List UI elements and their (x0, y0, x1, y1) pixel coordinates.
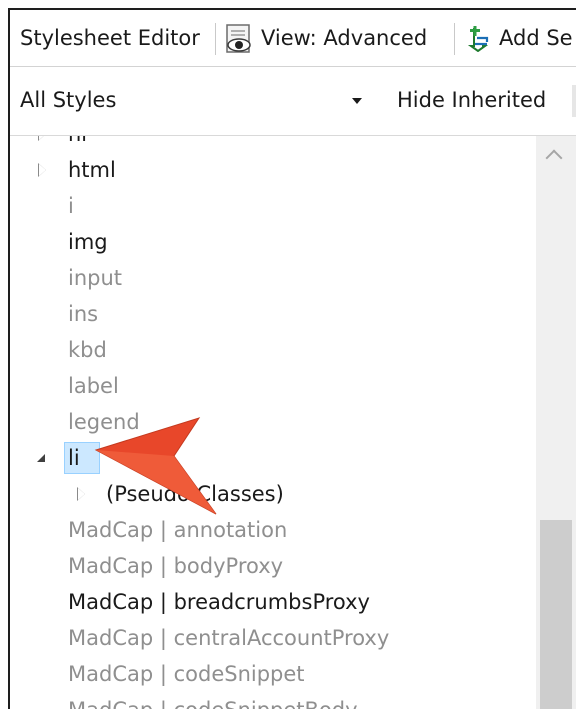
tree-item[interactable]: MadCap | codeSnippet (10, 656, 536, 692)
tree-item[interactable]: MadCap | centralAccountProxy (10, 620, 536, 656)
styles-filter-value: All Styles (20, 88, 117, 112)
add-selector-button[interactable]: Add Se (499, 10, 573, 66)
tree-item[interactable]: i (10, 188, 536, 224)
tree-item[interactable]: MadCap | bodyProxy (10, 548, 536, 584)
tree-item[interactable]: (Pseudo Classes) (10, 476, 536, 512)
tree-item[interactable]: kbd (10, 332, 536, 368)
tree-item-label: MadCap | centralAccountProxy (68, 626, 390, 650)
styles-filter-dropdown[interactable]: All Styles (16, 79, 372, 121)
collapse-arrow-icon[interactable] (37, 454, 45, 462)
toolbar-separator (454, 23, 455, 55)
tree-item-label: html (68, 158, 116, 182)
tree-item-label: MadCap | codeSnippet (68, 662, 305, 686)
tree-item-selected[interactable]: li (10, 440, 536, 476)
stylesheet-editor-window: Stylesheet Editor View: Advanced Add Se … (8, 8, 576, 709)
tree-item-label: MadCap | codeSnippetBody (68, 692, 358, 709)
expand-arrow-icon[interactable] (77, 487, 85, 501)
filter-row: All Styles Hide Inherited (10, 67, 576, 136)
eye-icon[interactable] (224, 23, 254, 55)
tree-item-label: li (68, 446, 80, 470)
tree-item-label: MadCap | breadcrumbsProxy (68, 590, 370, 614)
tree-item[interactable]: html (10, 152, 536, 188)
expand-arrow-icon[interactable] (38, 163, 46, 177)
tree-item[interactable]: legend (10, 404, 536, 440)
callout-arrow-icon (94, 417, 217, 515)
tree-item-label: input (68, 266, 123, 290)
tree-item-label: hr (68, 136, 90, 152)
tree-item[interactable]: hr (10, 136, 536, 152)
tree-item[interactable]: MadCap | breadcrumbsProxy (10, 584, 536, 620)
tree-item-label: MadCap | bodyProxy (68, 554, 284, 578)
styles-tree[interactable]: hr html i img input ins kbd label legend li (Pseud… (10, 136, 536, 709)
view-mode-button[interactable]: View: Advanced (261, 10, 427, 66)
add-selector-icon[interactable] (465, 26, 491, 52)
tree-item-label: ins (68, 302, 99, 326)
vertical-scrollbar[interactable] (536, 136, 576, 709)
tree-item[interactable]: input (10, 260, 536, 296)
tree-item[interactable]: img (10, 224, 536, 260)
chevron-down-icon[interactable] (352, 98, 362, 104)
expand-arrow-icon-fill (78, 488, 85, 500)
editor-title: Stylesheet Editor (20, 26, 200, 50)
hide-inherited-button[interactable]: Hide Inherited (387, 79, 556, 121)
toolbar: Stylesheet Editor View: Advanced Add Se (10, 10, 576, 67)
scroll-up-icon[interactable] (545, 149, 563, 167)
expand-arrow-icon[interactable] (38, 136, 46, 141)
expand-arrow-icon-fill (39, 164, 46, 176)
expand-arrow-icon-fill (39, 136, 46, 140)
tree-item-label: kbd (68, 338, 107, 362)
toolbar-separator (215, 23, 216, 55)
tree-item-label: i (68, 194, 74, 218)
tree-item[interactable]: ins (10, 296, 536, 332)
tree-item[interactable]: label (10, 368, 536, 404)
tree-item-label: img (68, 230, 108, 254)
tree-item-label: label (68, 374, 119, 398)
toolbar-edge (572, 85, 576, 117)
tree-item[interactable]: MadCap | codeSnippetBody (10, 692, 536, 709)
tree-item[interactable]: MadCap | annotation (10, 512, 536, 548)
scroll-thumb[interactable] (540, 520, 572, 709)
